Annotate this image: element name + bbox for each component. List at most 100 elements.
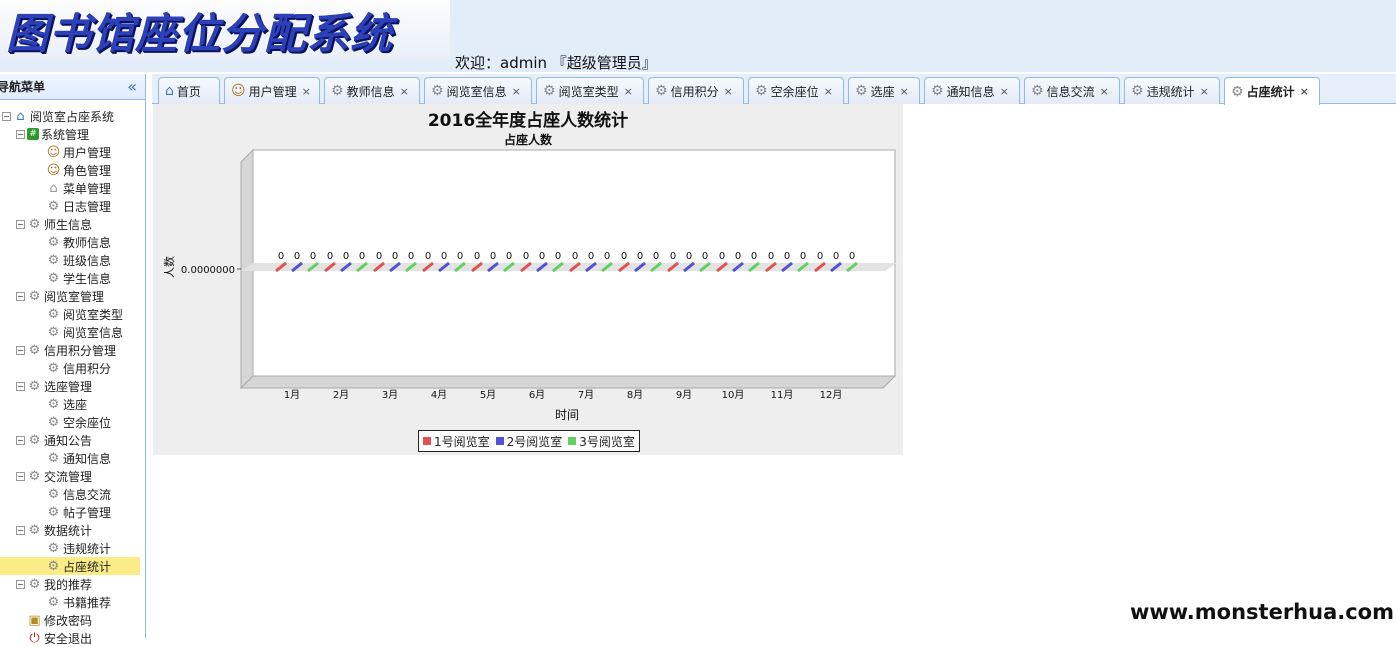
data-label: 0 xyxy=(588,251,594,262)
plot-floor xyxy=(241,376,895,388)
nav-node[interactable]: ⚙阅览室类型 xyxy=(32,305,123,323)
tab-item[interactable]: ⚙通知信息× xyxy=(924,77,1020,104)
close-icon[interactable]: × xyxy=(302,85,311,98)
chart-panel: 0.0000000人数1月0002月0003月0004月0005月0006月00… xyxy=(153,104,903,455)
nav-node[interactable]: ⚙日志管理 xyxy=(32,197,111,215)
nav-node[interactable]: −#系统管理 xyxy=(16,125,89,143)
legend-item: 3号阅览室 xyxy=(568,433,635,450)
double-chevron-left-icon[interactable]: « xyxy=(127,77,137,96)
collapse-toggle-icon[interactable]: − xyxy=(16,346,25,355)
nav-node[interactable]: −⚙数据统计 xyxy=(16,521,92,539)
nav-node[interactable]: −⚙选座管理 xyxy=(16,377,92,395)
tab-item[interactable]: ⚙信息交流× xyxy=(1024,77,1120,104)
app-logo: 图书馆座位分配系统 xyxy=(0,0,450,60)
bank-icon: ⌂ xyxy=(46,181,61,196)
nav-node[interactable]: ⚙信用积分 xyxy=(32,359,111,377)
nav-node[interactable]: ⚙教师信息 xyxy=(32,233,111,251)
tab-item[interactable]: ⚙选座× xyxy=(848,77,920,104)
close-icon[interactable]: × xyxy=(624,85,633,98)
collapse-toggle-icon[interactable]: − xyxy=(2,112,11,121)
gear-icon: ⚙ xyxy=(1131,83,1144,99)
nav-node-label: 空余座位 xyxy=(63,414,111,431)
nav-node[interactable]: −⚙通知公告 xyxy=(16,431,92,449)
nav-node[interactable]: ⚙阅览室信息 xyxy=(32,323,123,341)
nav-node[interactable]: ⚙选座 xyxy=(32,395,87,413)
x-tick-label: 10月 xyxy=(722,389,745,401)
data-label: 0 xyxy=(474,251,480,262)
collapse-toggle-icon[interactable]: − xyxy=(16,580,25,589)
nav-node[interactable]: ⏻安全退出 xyxy=(16,629,92,647)
collapse-toggle-icon[interactable]: − xyxy=(16,472,25,481)
users-icon: ☺ xyxy=(46,145,61,160)
nav-node[interactable]: −⚙交流管理 xyxy=(16,467,92,485)
nav-node[interactable]: ⚙违规统计 xyxy=(32,539,111,557)
tab-item[interactable]: ⚙教师信息× xyxy=(324,77,420,104)
x-tick-label: 6月 xyxy=(529,389,545,401)
nav-node[interactable]: ⚙空余座位 xyxy=(32,413,111,431)
gear-icon: ⚙ xyxy=(655,83,668,99)
data-label: 0 xyxy=(278,251,284,262)
data-label: 0 xyxy=(849,251,855,262)
legend-label: 2号阅览室 xyxy=(507,433,563,450)
collapse-toggle-icon[interactable]: − xyxy=(16,436,25,445)
tab-item[interactable]: ⚙空余座位× xyxy=(748,77,844,104)
data-label: 0 xyxy=(621,251,627,262)
gear-icon: ⚙ xyxy=(855,83,868,99)
collapse-toggle-icon[interactable]: − xyxy=(16,382,25,391)
nav-node[interactable]: −⚙我的推荐 xyxy=(16,575,92,593)
collapse-toggle-icon[interactable]: − xyxy=(16,130,25,139)
nav-node[interactable]: −⌂阅览室占座系统 xyxy=(2,107,114,125)
gear-icon: ⚙ xyxy=(1031,83,1044,99)
tab-active[interactable]: ⚙占座统计× xyxy=(1224,77,1320,105)
x-tick-label: 4月 xyxy=(431,389,447,401)
tab-item[interactable]: ⌂首页 xyxy=(158,77,220,104)
tab-item[interactable]: ⚙阅览室信息× xyxy=(424,77,532,104)
data-label: 0 xyxy=(408,251,414,262)
nav-node[interactable]: −⚙信用积分管理 xyxy=(16,341,116,359)
collapse-toggle-icon[interactable]: − xyxy=(16,292,25,301)
nav-node[interactable]: ⚙学生信息 xyxy=(32,269,111,287)
tab-item[interactable]: ⚙阅览室类型× xyxy=(536,77,644,104)
nav-node[interactable]: ▣修改密码 xyxy=(16,611,92,629)
nav-node-label: 信用积分 xyxy=(63,360,111,377)
nav-node[interactable]: ⚙占座统计 xyxy=(0,557,140,575)
x-tick-label: 12月 xyxy=(820,389,843,401)
nav-node[interactable]: ⚙通知信息 xyxy=(32,449,111,467)
data-label: 0 xyxy=(343,251,349,262)
nav-node[interactable]: −⚙师生信息 xyxy=(16,215,92,233)
tab-item[interactable]: ☺用户管理× xyxy=(224,77,320,104)
nav-node[interactable]: ⚙班级信息 xyxy=(32,251,111,269)
nav-node[interactable]: ☺角色管理 xyxy=(32,161,111,179)
close-icon[interactable]: × xyxy=(400,85,409,98)
close-icon[interactable]: × xyxy=(1000,85,1009,98)
nav-node-label: 日志管理 xyxy=(63,198,111,215)
gear-icon: ⚙ xyxy=(46,235,61,250)
tab-item[interactable]: ⚙信用积分× xyxy=(648,77,744,104)
x-tick-label: 9月 xyxy=(676,389,692,401)
nav-node[interactable]: ⌂菜单管理 xyxy=(32,179,111,197)
nav-node[interactable]: −⚙阅览室管理 xyxy=(16,287,104,305)
close-icon[interactable]: × xyxy=(824,85,833,98)
nav-node[interactable]: ⚙信息交流 xyxy=(32,485,111,503)
tab-label: 阅览室信息 xyxy=(447,83,507,100)
data-label: 0 xyxy=(604,251,610,262)
nav-node-label: 班级信息 xyxy=(63,252,111,269)
collapse-toggle-icon[interactable]: − xyxy=(16,526,25,535)
nav-node-label: 角色管理 xyxy=(63,162,111,179)
close-icon[interactable]: × xyxy=(1300,85,1309,98)
nav-node[interactable]: ⚙书籍推荐 xyxy=(32,593,111,611)
close-icon[interactable]: × xyxy=(512,85,521,98)
close-icon[interactable]: × xyxy=(900,85,909,98)
close-icon[interactable]: × xyxy=(1200,85,1209,98)
tab-item[interactable]: ⚙违规统计× xyxy=(1124,77,1220,104)
gear-icon: ⚙ xyxy=(46,505,61,520)
nav-node[interactable]: ⚙帖子管理 xyxy=(32,503,111,521)
nav-node[interactable]: ☺用户管理 xyxy=(32,143,111,161)
close-icon[interactable]: × xyxy=(1100,85,1109,98)
close-icon[interactable]: × xyxy=(724,85,733,98)
collapse-toggle-icon[interactable]: − xyxy=(16,220,25,229)
tab-label: 教师信息 xyxy=(347,83,395,100)
nav-node-label: 安全退出 xyxy=(44,630,92,647)
nav-node-label: 阅览室信息 xyxy=(63,324,123,341)
gear-icon: ⚙ xyxy=(27,523,42,538)
